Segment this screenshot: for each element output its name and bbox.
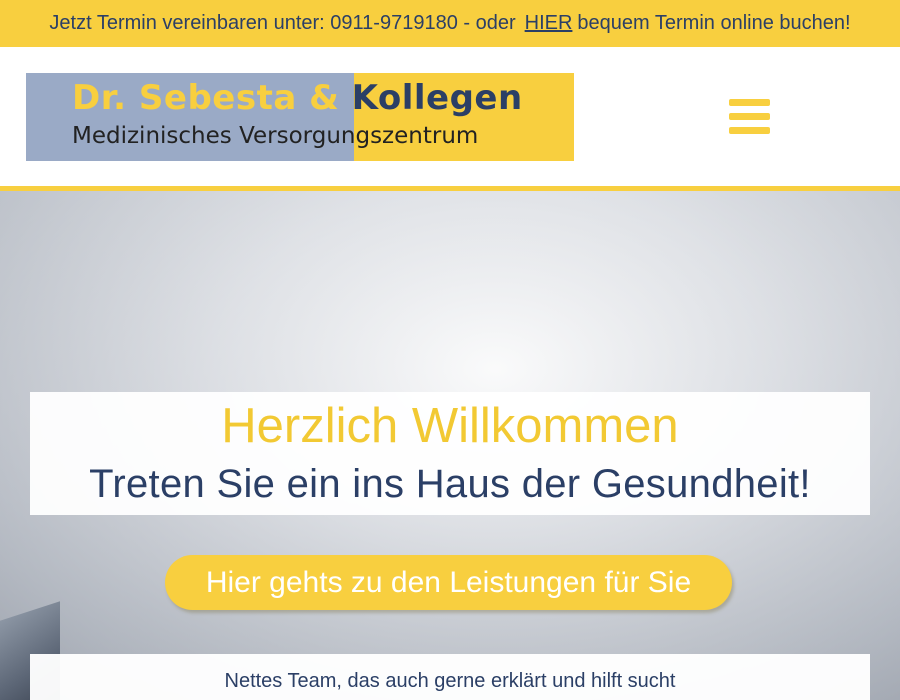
welcome-box: Herzlich Willkommen Treten Sie ein ins H… (30, 392, 870, 515)
logo-title-part1: Dr. Sebesta & (72, 78, 340, 118)
book-online-link[interactable]: HIER (525, 12, 573, 35)
services-button[interactable]: Hier gehts zu den Leistungen für Sie (165, 555, 732, 610)
logo-subtitle: Medizinisches Versorgungszentrum (72, 123, 479, 149)
hero-section: Herzlich Willkommen Treten Sie ein ins H… (0, 191, 900, 700)
site-header: Dr. Sebesta & Kollegen Medizinisches Ver… (0, 47, 900, 188)
hamburger-menu-icon[interactable] (729, 99, 770, 134)
welcome-heading: Herzlich Willkommen (221, 399, 679, 453)
appointment-banner: Jetzt Termin vereinbaren unter: 0911-971… (0, 0, 900, 47)
logo-title: Dr. Sebesta & Kollegen (72, 78, 523, 118)
team-info-text: Nettes Team, das auch gerne erklärt und … (224, 670, 676, 692)
appointment-banner-text: Jetzt Termin vereinbaren unter: 0911-971… (49, 12, 516, 34)
appointment-banner-text-after: bequem Termin online buchen! (577, 12, 851, 34)
logo-title-part2: Kollegen (351, 78, 523, 118)
welcome-subheading: Treten Sie ein ins Haus der Gesundheit! (89, 462, 811, 506)
team-info-box: Nettes Team, das auch gerne erklärt und … (30, 654, 870, 700)
site-logo[interactable]: Dr. Sebesta & Kollegen Medizinisches Ver… (26, 73, 574, 161)
